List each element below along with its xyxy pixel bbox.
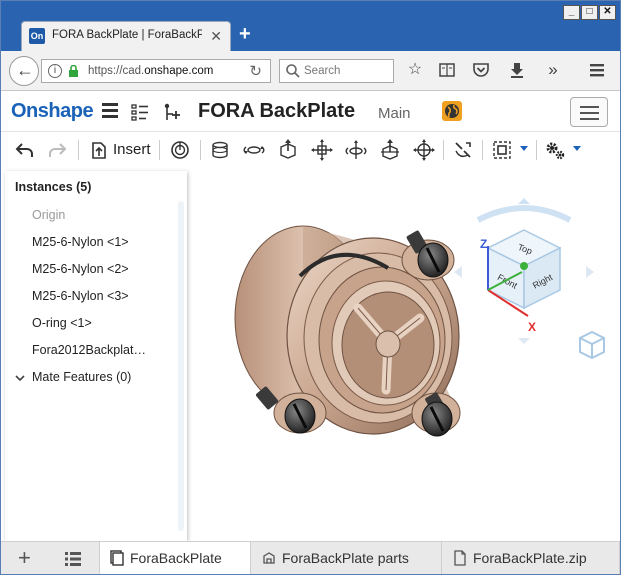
- mate-features-folder[interactable]: Mate Features (0): [32, 370, 131, 384]
- toolbar-separator: [78, 140, 79, 160]
- bottom-tab-bar: + ForaBackPlate ForaBackPlate parts Fora…: [1, 541, 620, 574]
- browser-tab[interactable]: On FORA BackPlate | ForaBackPl… ✕: [21, 21, 231, 51]
- pocket-icon[interactable]: [471, 60, 491, 80]
- toolbar-separator: [536, 140, 537, 160]
- fastened-mate-icon[interactable]: [209, 139, 231, 161]
- add-feature-icon[interactable]: [161, 102, 181, 122]
- back-arrow-icon: ←: [16, 60, 34, 80]
- assembly-tab-icon: [110, 550, 124, 566]
- toolbar-separator: [200, 140, 201, 160]
- feature-list-icon[interactable]: [130, 102, 150, 122]
- close-window-icon[interactable]: ✕: [599, 5, 616, 20]
- document-menu-icon[interactable]: [102, 103, 118, 119]
- pin-slot-mate-icon[interactable]: [379, 139, 401, 161]
- minimize-icon[interactable]: _: [563, 5, 580, 20]
- planar-mate-icon[interactable]: [311, 139, 333, 161]
- insert-icon[interactable]: [87, 139, 109, 161]
- add-tab-plus-icon[interactable]: +: [18, 547, 31, 569]
- partstudio-tab-icon: [263, 552, 275, 564]
- axis-x-label: X: [528, 320, 536, 334]
- gears-dropdown-caret[interactable]: [573, 146, 581, 151]
- close-tab-icon[interactable]: ✕: [210, 28, 222, 45]
- revolute-mate-icon[interactable]: [243, 139, 265, 161]
- hamburger-menu-icon[interactable]: [587, 60, 607, 80]
- instance-m25-6-nylon-2[interactable]: M25-6-Nylon <2>: [32, 262, 129, 276]
- graphics-viewport[interactable]: Top Front Right Z X: [188, 168, 620, 541]
- redo-icon[interactable]: [46, 139, 68, 161]
- onshape-favicon-icon: On: [29, 28, 45, 44]
- assembly-3d-view[interactable]: Top Front Right Z X: [188, 168, 620, 541]
- toolbar-separator: [482, 140, 483, 160]
- tab-foraBackPlate-parts[interactable]: ForaBackPlate parts: [252, 542, 442, 574]
- search-icon: [286, 64, 300, 78]
- maximize-icon[interactable]: □: [581, 5, 598, 20]
- info-icon[interactable]: i: [48, 64, 62, 78]
- insert-button[interactable]: Insert: [113, 141, 151, 158]
- view-cube[interactable]: Top Front Right Z X: [454, 198, 594, 344]
- onshape-logo[interactable]: Onshape: [11, 100, 94, 123]
- url-domain: onshape.com: [144, 65, 214, 77]
- instance-m25-6-nylon-1[interactable]: M25-6-Nylon <1>: [32, 235, 129, 249]
- tangent-mate-icon[interactable]: [452, 139, 474, 161]
- search-placeholder: Search: [304, 65, 341, 77]
- main-menu-button[interactable]: [570, 97, 608, 127]
- undo-icon[interactable]: [14, 139, 36, 161]
- tab-foraBackPlate-zip[interactable]: ForaBackPlate.zip: [443, 542, 620, 574]
- chevron-down-icon[interactable]: [15, 373, 25, 383]
- url-text: https://cad.onshape.com: [88, 65, 213, 77]
- tab-label: ForaBackPlate.zip: [473, 550, 587, 566]
- toolbar-separator: [159, 140, 160, 160]
- panel-scrollbar[interactable]: [178, 201, 184, 531]
- tab-label: ForaBackPlate: [130, 550, 222, 566]
- instances-heading[interactable]: Instances (5): [15, 180, 91, 194]
- slider-mate-icon[interactable]: [277, 139, 299, 161]
- url-prefix: https://cad.: [88, 65, 145, 77]
- instance-m25-6-nylon-3[interactable]: M25-6-Nylon <3>: [32, 289, 129, 303]
- download-icon[interactable]: [507, 60, 527, 80]
- back-button[interactable]: ←: [9, 56, 39, 86]
- ball-mate-icon[interactable]: [413, 139, 435, 161]
- cylindrical-mate-icon[interactable]: [345, 139, 367, 161]
- workspace-label[interactable]: Main: [378, 105, 411, 122]
- navigation-bar: ← i https://cad.onshape.com ↻ Search ☆ »: [1, 51, 620, 91]
- overflow-chevron-icon[interactable]: »: [543, 60, 563, 80]
- window-controls: _ □ ✕: [563, 5, 616, 20]
- bookmark-star-icon[interactable]: ☆: [405, 60, 425, 80]
- browser-window: On FORA BackPlate | ForaBackPl… ✕ + _ □ …: [0, 0, 621, 575]
- new-tab-plus-icon[interactable]: +: [239, 23, 251, 46]
- onshape-header: Onshape FORA BackPlate Main: [1, 92, 620, 132]
- reload-icon[interactable]: ↻: [249, 62, 262, 80]
- mate-connector-icon[interactable]: [491, 139, 513, 161]
- address-bar[interactable]: i https://cad.onshape.com ↻: [41, 59, 271, 83]
- search-input[interactable]: Search: [279, 59, 394, 83]
- view-options-cube-icon[interactable]: [579, 330, 605, 360]
- lock-icon: [69, 65, 78, 77]
- reading-list-icon[interactable]: [437, 60, 457, 80]
- instance-o-ring-1[interactable]: O-ring <1>: [32, 316, 92, 330]
- tab-title: FORA BackPlate | ForaBackPl…: [52, 29, 202, 41]
- tab-label: ForaBackPlate parts: [282, 550, 409, 566]
- gears-settings-icon[interactable]: [544, 139, 566, 161]
- title-bar: On FORA BackPlate | ForaBackPl… ✕ + _ □ …: [1, 1, 620, 51]
- tab-foraBackPlate-assembly[interactable]: ForaBackPlate: [99, 542, 251, 574]
- instance-fora2012backplate[interactable]: Fora2012Backplat…: [32, 343, 146, 357]
- assembly-toolbar: Insert: [1, 132, 620, 168]
- named-position-icon[interactable]: [169, 139, 191, 161]
- file-icon: [454, 550, 466, 566]
- instance-list-panel: Instances (5) Origin M25-6-Nylon <1> M25…: [5, 171, 187, 541]
- toolbar-separator: [443, 140, 444, 160]
- mate-connector-dropdown-caret[interactable]: [520, 146, 528, 151]
- instance-origin[interactable]: Origin: [32, 208, 65, 222]
- axis-z-label: Z: [480, 237, 487, 251]
- public-globe-icon[interactable]: [442, 101, 462, 121]
- document-title[interactable]: FORA BackPlate: [198, 100, 355, 123]
- tab-list-icon[interactable]: [65, 552, 81, 566]
